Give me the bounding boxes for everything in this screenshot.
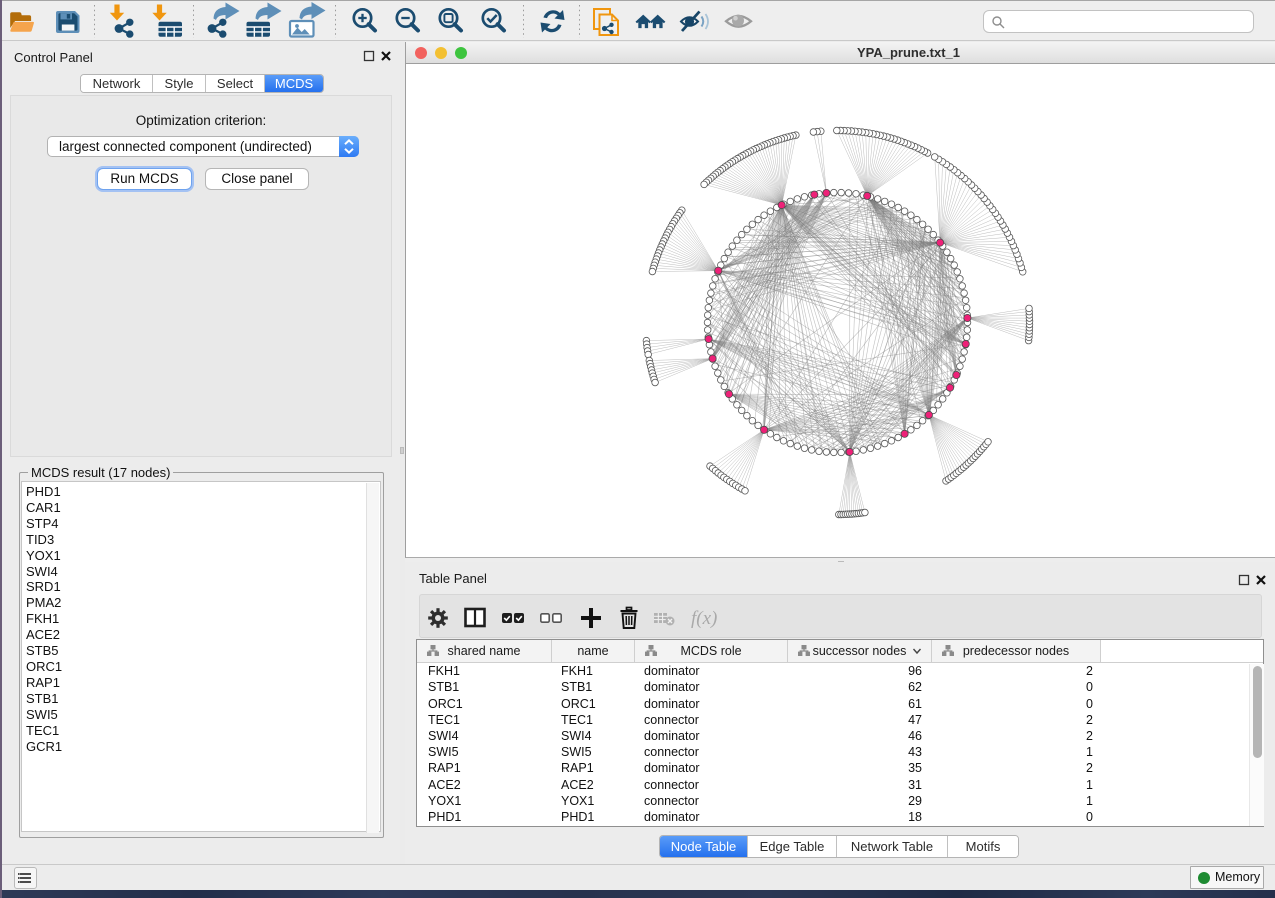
svg-text:f(x): f(x) <box>691 608 717 629</box>
